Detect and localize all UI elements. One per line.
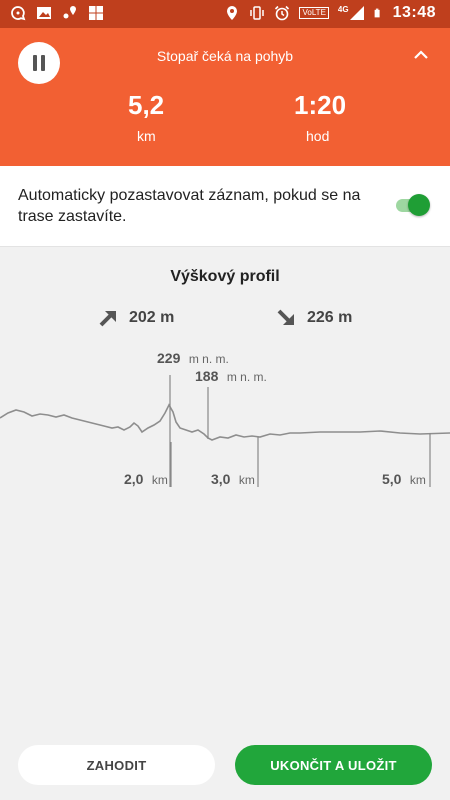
arrow-up-right-icon — [99, 311, 116, 327]
duration-value: 1:20 — [294, 90, 347, 120]
arrow-down-right-icon — [277, 309, 294, 325]
location-icon — [227, 6, 238, 20]
descent-value: 226 m — [307, 309, 353, 326]
elevation-profile: Výškový profil 202 m 226 m 229 m n. m. 1… — [0, 247, 450, 800]
distance-marker-label: 2,0 km — [124, 471, 168, 488]
max-elevation-label: 229 m n. m. — [157, 350, 229, 367]
status-bar: VoLTE 4G 13:48 — [0, 0, 450, 28]
auto-pause-setting: Automaticky pozastavovat záznam, pokud s… — [0, 166, 450, 247]
signal-icon — [349, 6, 364, 20]
alarm-icon — [275, 5, 290, 21]
elevation-chart: 229 m n. m. 188 m n. m. 2,0 km 3,0 km 5,… — [0, 350, 450, 488]
battery-icon — [374, 8, 380, 18]
duration-unit: hod — [306, 128, 330, 144]
tracker-status: Stopař čeká na pohyb — [156, 48, 294, 64]
toggle-thumb — [408, 194, 430, 216]
distance-marker-label: 3,0 km — [211, 471, 255, 488]
windows-icon — [89, 6, 103, 20]
elevation-line — [0, 403, 450, 441]
image-icon — [37, 7, 51, 19]
network-type: 4G — [337, 5, 349, 14]
location-pin-icon — [63, 6, 76, 19]
chevron-up-icon[interactable] — [414, 50, 428, 60]
min-elevation-label: 188 m n. m. — [195, 368, 267, 385]
discard-button[interactable]: ZAHODIT — [18, 745, 215, 785]
finish-save-button[interactable]: UKONČIT A ULOŽIT — [235, 745, 432, 785]
distance-value: 5,2 — [128, 90, 165, 120]
ascent-stat: 202 m — [97, 307, 174, 329]
distance-unit: km — [137, 128, 156, 144]
ascent-value: 202 m — [129, 309, 175, 326]
auto-pause-toggle[interactable] — [394, 194, 430, 216]
auto-pause-label: Automaticky pozastavovat záznam, pokud s… — [18, 187, 361, 225]
distance-marker-label: 5,0 km — [382, 471, 426, 488]
chat-icon — [11, 6, 26, 21]
volte-badge: VoLTE — [299, 7, 329, 19]
vibrate-icon — [250, 6, 265, 20]
descent-stat: 226 m — [275, 307, 352, 329]
elevation-title: Výškový profil — [170, 268, 280, 285]
tracking-header: Stopař čeká na pohyb 5,2 km 1:20 hod — [0, 28, 450, 166]
clock: 13:48 — [392, 4, 436, 21]
